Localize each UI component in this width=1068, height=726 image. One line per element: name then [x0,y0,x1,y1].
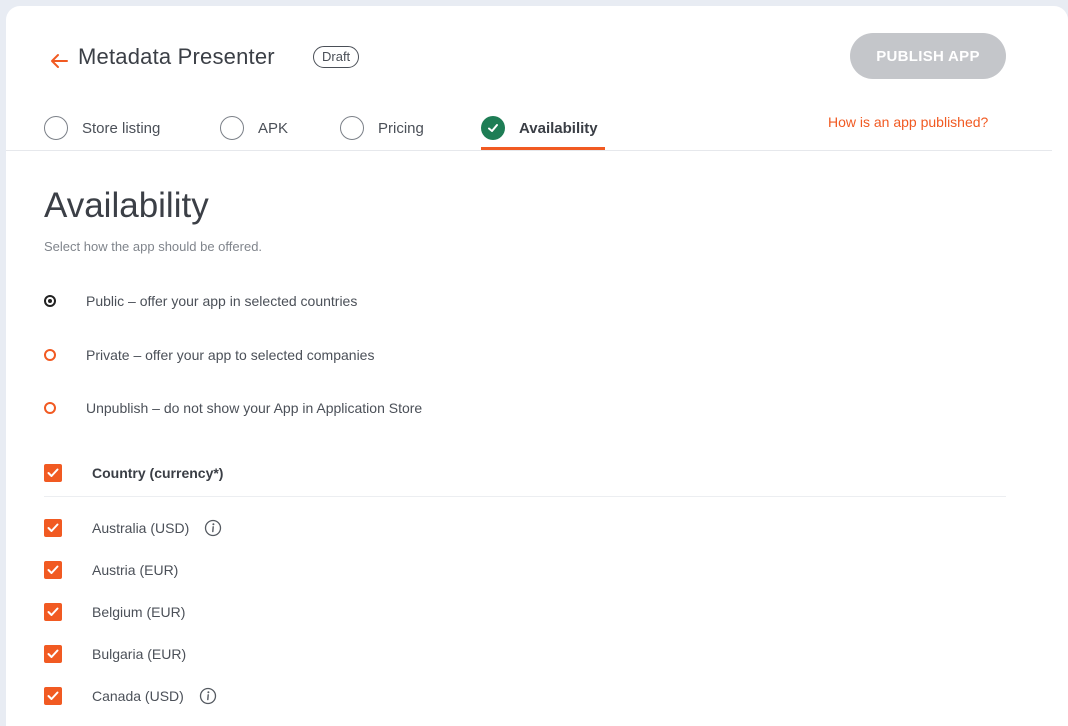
country-checkbox[interactable] [44,645,62,663]
country-column-header: Country (currency*) [92,465,224,481]
how-published-link[interactable]: How is an app published? [828,114,988,130]
step-incomplete-icon [220,116,244,140]
info-icon[interactable] [203,518,223,538]
radio-label: Unpublish – do not show your App in Appl… [86,400,423,416]
country-label: Bulgaria (EUR) [92,646,187,662]
tab-label: Store listing [82,119,161,137]
country-row-belgium: Belgium (EUR) [44,601,185,623]
status-badge: Draft [313,46,360,68]
radio-public[interactable]: Public – offer your app in selected coun… [44,290,357,312]
country-list-header: Country (currency*) [44,462,223,484]
radio-label: Private – offer your app to selected com… [86,347,375,363]
radio-label: Public – offer your app in selected coun… [86,293,358,309]
country-label: Belgium (EUR) [92,604,186,620]
country-label: Canada (USD) [92,688,184,704]
page-subtitle: Select how the app should be offered. [44,239,263,254]
tab-label: Availability [519,119,598,137]
step-incomplete-icon [44,116,68,140]
tab-label: Pricing [378,119,424,137]
radio-unselected-icon[interactable] [44,402,56,414]
radio-private[interactable]: Private – offer your app to selected com… [44,344,374,366]
radio-unselected-icon[interactable] [44,349,56,361]
tab-label: APK [258,119,289,137]
check-circle-icon [481,116,505,140]
country-row-bulgaria: Bulgaria (EUR) [44,643,186,665]
radio-unpublish[interactable]: Unpublish – do not show your App in Appl… [44,397,422,419]
tab-store-listing[interactable]: Store listing [44,110,160,146]
country-label: Australia (USD) [92,520,190,536]
country-row-canada: Canada (USD) [44,685,218,707]
step-incomplete-icon [340,116,364,140]
country-checkbox[interactable] [44,687,62,705]
tab-apk[interactable]: APK [220,110,288,146]
app-title: Metadata Presenter [78,44,275,69]
list-divider [44,496,1006,497]
info-icon[interactable] [198,686,218,706]
country-checkbox[interactable] [44,561,62,579]
country-row-austria: Austria (EUR) [44,559,178,581]
back-arrow-icon[interactable] [46,48,72,74]
country-checkbox[interactable] [44,519,62,537]
select-all-checkbox[interactable] [44,464,62,482]
tab-availability[interactable]: Availability [481,110,598,146]
header-divider [6,150,1052,151]
country-row-australia: Australia (USD) [44,517,223,539]
country-label: Austria (EUR) [92,562,179,578]
page-title: Availability [44,186,209,225]
publish-app-button[interactable]: PUBLISH APP [850,33,1006,79]
main-card: Metadata Presenter Draft PUBLISH APP Sto… [6,6,1068,726]
country-checkbox[interactable] [44,603,62,621]
tab-pricing[interactable]: Pricing [340,110,424,146]
radio-selected-icon[interactable] [44,295,56,307]
